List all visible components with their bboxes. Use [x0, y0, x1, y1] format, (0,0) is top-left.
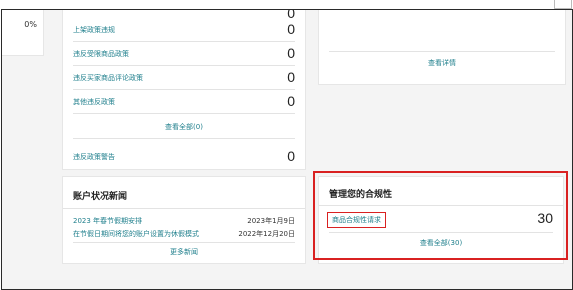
divider: [63, 208, 305, 209]
policy-row-label[interactable]: 违反政策警告: [73, 152, 115, 162]
policy-row-review[interactable]: 违反买家商品评论政策 0: [73, 65, 295, 90]
divider: [73, 242, 295, 243]
policy-row-restricted[interactable]: 违反受限商品政策 0: [73, 41, 295, 66]
corner-marker: [554, 0, 572, 9]
highlight-box: [313, 171, 568, 260]
news-item-date: 2022年12月20日: [238, 230, 295, 238]
left-metric-card: 0%: [2, 10, 44, 56]
right-top-card: 查看详情: [318, 10, 566, 85]
policy-row-label[interactable]: 违反受限商品政策: [73, 49, 129, 59]
policy-row-other[interactable]: 其他违反政策 0: [73, 89, 295, 114]
policy-row-value: 0: [287, 93, 295, 109]
policy-row-listing[interactable]: 上架政策违规 0: [73, 17, 295, 42]
account-news-card: 账户状况新闻 2023 年春节假期安排 2023年1月9日 在节假日期间将您的账…: [62, 176, 306, 264]
view-details-link[interactable]: 查看详情: [319, 58, 565, 68]
divider: [329, 51, 555, 52]
policy-row-label[interactable]: 其他违反政策: [73, 97, 115, 107]
policy-row-label[interactable]: 违反买家商品评论政策: [73, 73, 143, 83]
divider: [73, 138, 295, 139]
news-item-date: 2023年1月9日: [247, 217, 295, 225]
policy-row-warning[interactable]: 违反政策警告 0: [73, 144, 295, 168]
policy-compliance-card: 0 上架政策违规 0 违反受限商品政策 0 违反买家商品评论政策 0 其他违反政…: [62, 10, 306, 170]
news-item-title[interactable]: 2023 年春节假期安排: [73, 216, 142, 226]
more-news-link[interactable]: 更多新闻: [63, 247, 305, 257]
policy-row-value: 0: [287, 45, 295, 61]
policy-view-all-link[interactable]: 查看全部(0): [63, 122, 305, 132]
percent-value: 0%: [24, 20, 37, 29]
news-item[interactable]: 在节假日期间将您的账户设置为休假模式 2022年12月20日: [73, 229, 295, 240]
policy-row-value: 0: [287, 21, 295, 37]
policy-row-label[interactable]: 上架政策违规: [73, 25, 115, 35]
news-item[interactable]: 2023 年春节假期安排 2023年1月9日: [73, 216, 295, 227]
screenshot-frame: 0% 0 上架政策违规 0 违反受限商品政策 0 违反买家商品评论政策 0 其他…: [1, 9, 573, 290]
news-title: 账户状况新闻: [73, 192, 128, 202]
policy-row-value: 0: [287, 148, 295, 164]
policy-row-value: 0: [287, 69, 295, 85]
news-item-title[interactable]: 在节假日期间将您的账户设置为休假模式: [73, 229, 199, 239]
